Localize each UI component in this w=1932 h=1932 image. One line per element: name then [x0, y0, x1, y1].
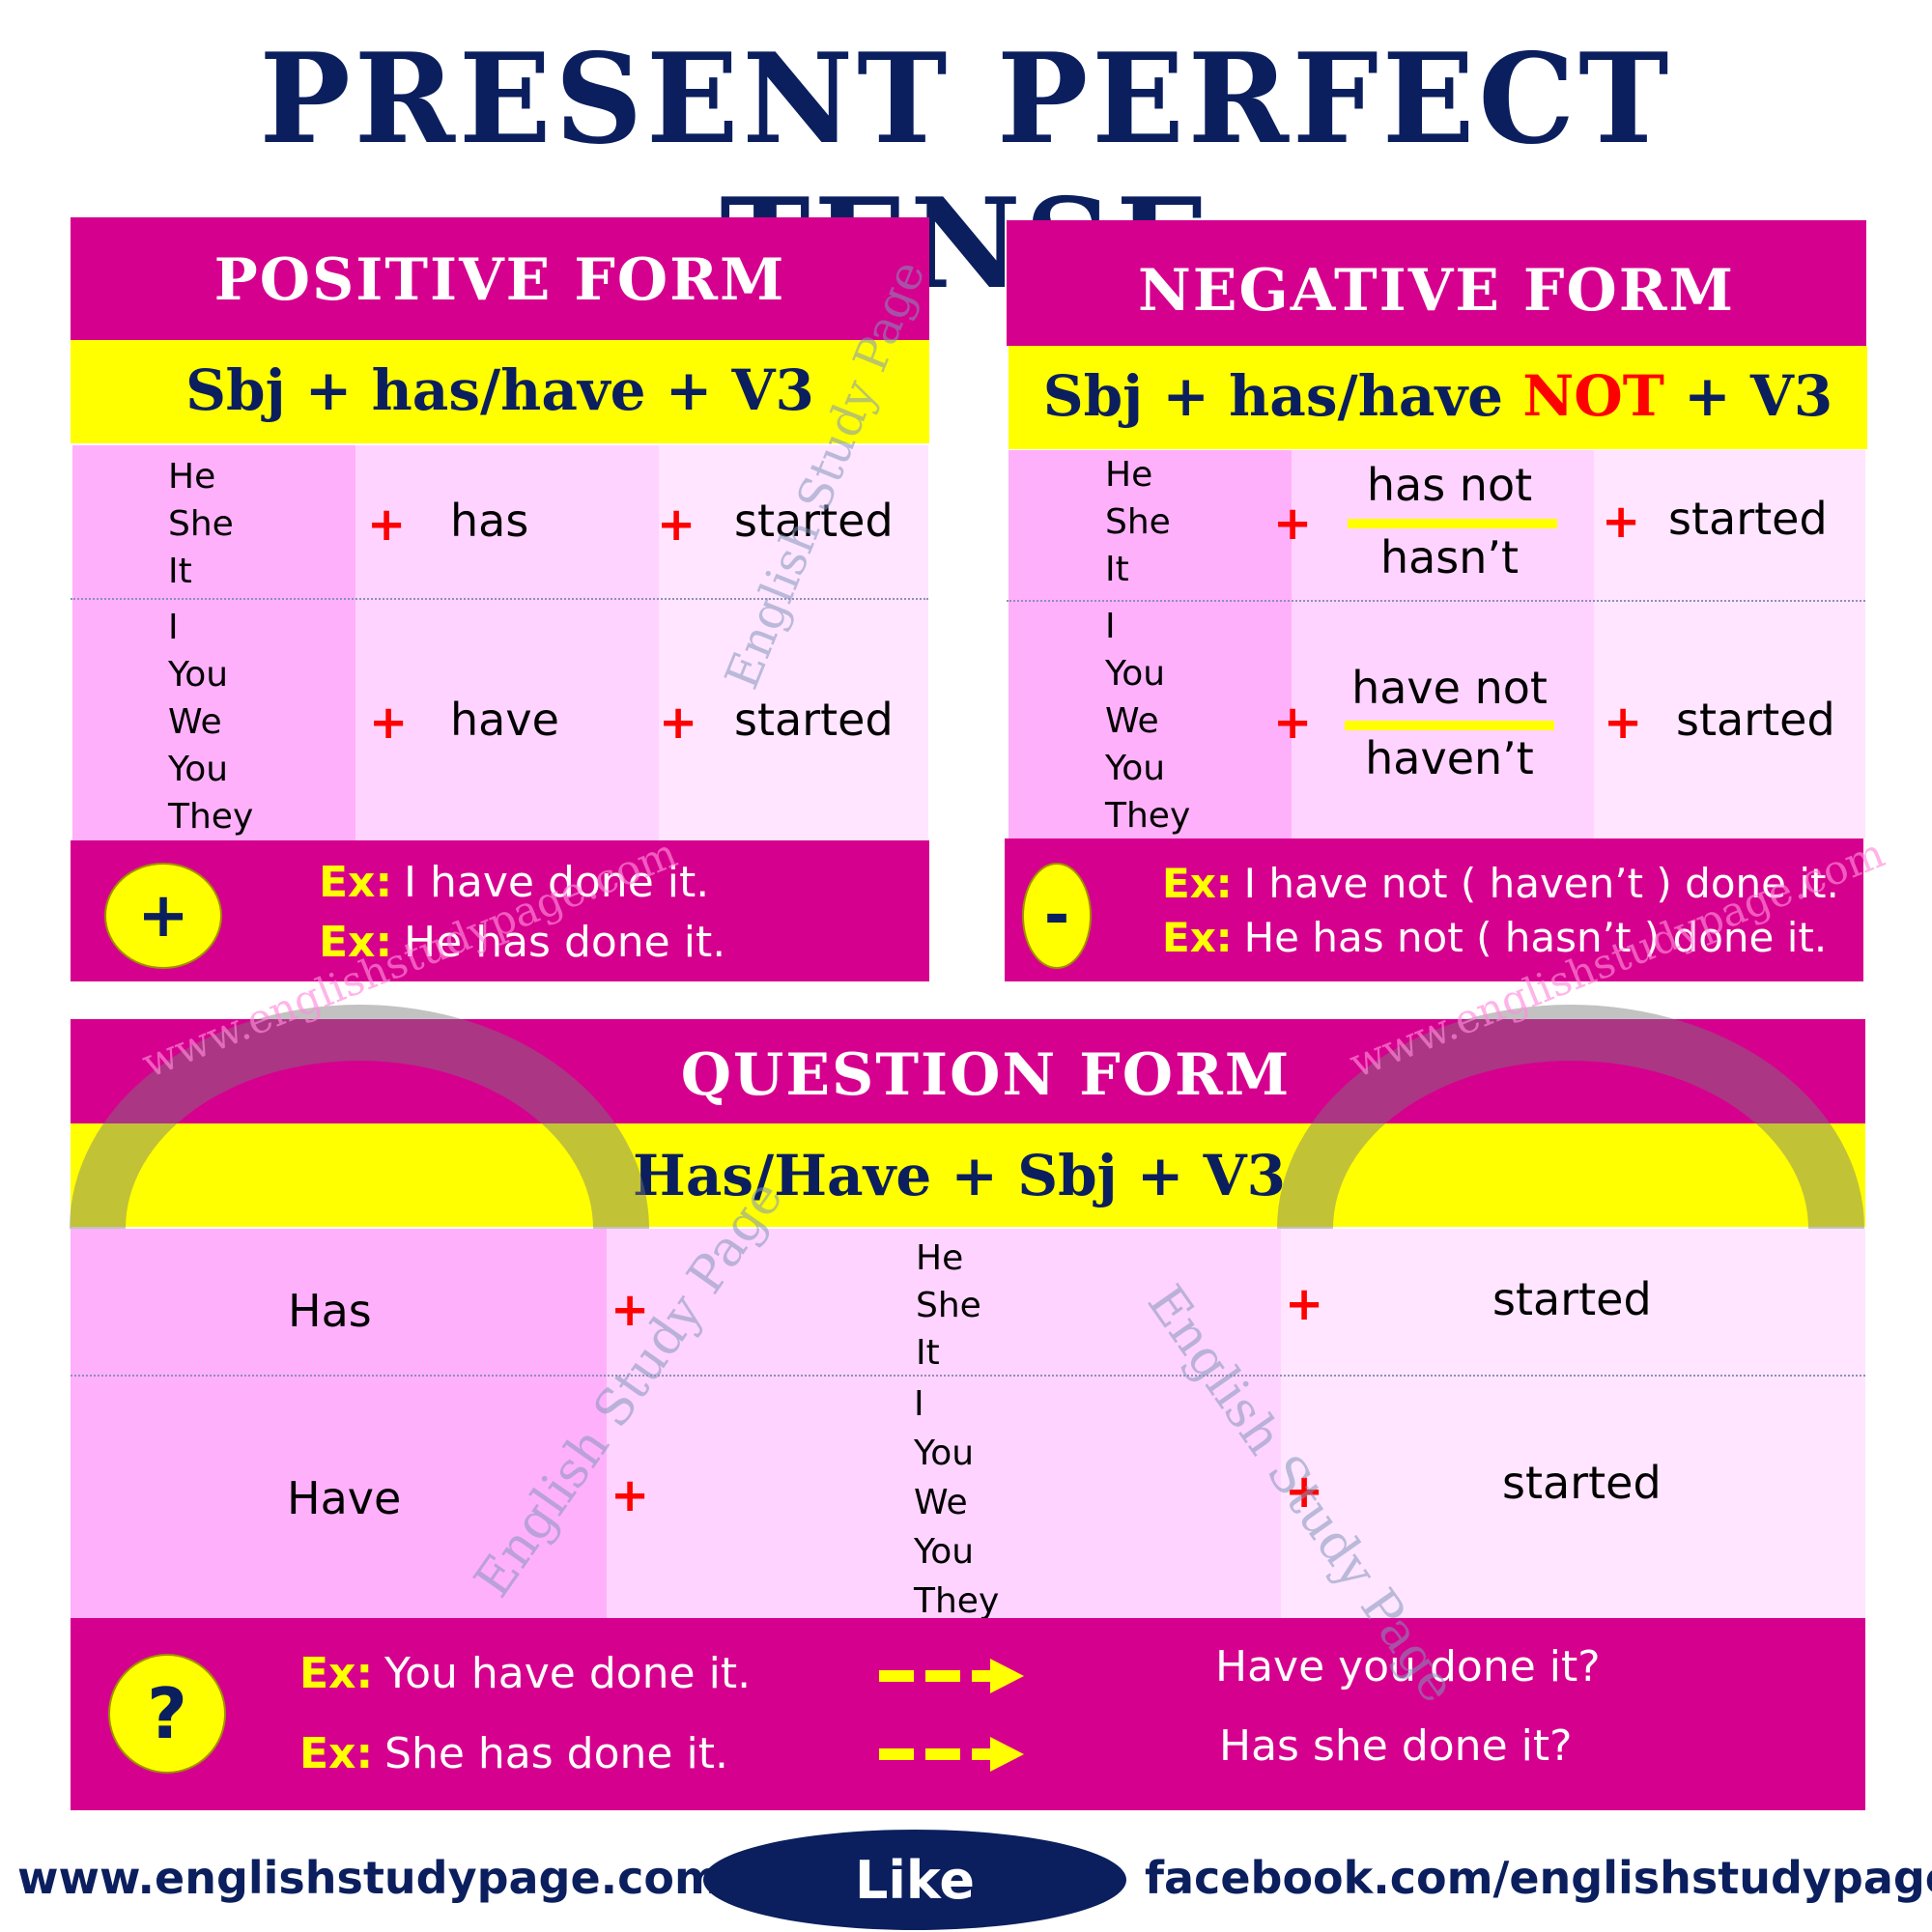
- formula-not: NOT: [1522, 363, 1664, 429]
- question-example-2: Ex: She has done it.: [299, 1729, 728, 1778]
- aux-full: has not: [1366, 459, 1533, 511]
- negative-row-divider: [1007, 600, 1865, 602]
- subject: It: [916, 1333, 940, 1373]
- formula-part: + V3: [1663, 363, 1833, 429]
- example-label: Ex:: [319, 858, 393, 907]
- main-verb: started: [734, 694, 894, 746]
- subject: It: [1105, 550, 1129, 589]
- subject: You: [1105, 749, 1166, 788]
- subject: They: [168, 797, 254, 837]
- formula-part: Sbj + has/have: [1042, 363, 1523, 429]
- footer-facebook-link[interactable]: facebook.com/englishstudypage: [1145, 1852, 1932, 1904]
- aux-verb: Has: [288, 1285, 372, 1337]
- plus-sign: +: [367, 497, 407, 552]
- plus-sign: +: [1285, 1277, 1324, 1331]
- footer-website-link[interactable]: www.englishstudypage.com: [17, 1852, 721, 1904]
- aux-short: hasn’t: [1379, 531, 1520, 583]
- arrow-right-icon: [879, 1737, 1024, 1772]
- question-row1-subjects: He She It: [916, 1235, 981, 1377]
- subject: They: [1105, 796, 1191, 836]
- plus-sign: +: [657, 497, 696, 552]
- subject: We: [1105, 701, 1159, 741]
- subject: It: [168, 552, 192, 591]
- aux-verb: Have: [287, 1472, 402, 1524]
- question-result-2: Has she done it?: [1219, 1721, 1573, 1771]
- yellow-separator: [1345, 721, 1554, 730]
- example-text: She has done it.: [384, 1729, 728, 1778]
- subject: I: [168, 608, 179, 647]
- main-verb: started: [1502, 1457, 1662, 1509]
- subject: I: [1105, 607, 1116, 646]
- main-verb: started: [1492, 1273, 1652, 1325]
- subject: She: [916, 1286, 981, 1325]
- negative-row1-subjects: He She It: [1105, 451, 1171, 593]
- subject: We: [168, 702, 222, 742]
- subject: She: [1105, 502, 1171, 542]
- question-example-1: Ex: You have done it.: [299, 1649, 751, 1698]
- plus-sign: +: [659, 696, 698, 750]
- yellow-separator: [1348, 519, 1557, 528]
- negative-row2-subjects: I You We You They: [1105, 603, 1190, 839]
- subject: You: [168, 750, 229, 789]
- plus-sign: +: [369, 696, 409, 750]
- aux-full: have not: [1351, 662, 1548, 714]
- example-text: You have done it.: [384, 1649, 752, 1698]
- subject: She: [168, 504, 234, 544]
- example-label: Ex:: [1162, 860, 1233, 907]
- plus-sign: +: [1604, 696, 1643, 750]
- positive-formula: Sbj + has/have + V3: [185, 357, 814, 423]
- subject: He: [1105, 455, 1153, 495]
- plus-sign: +: [1602, 495, 1641, 549]
- subject: He: [916, 1238, 964, 1278]
- plus-badge-icon: +: [104, 863, 222, 969]
- positive-row2-subjects: I You We You They: [168, 604, 253, 840]
- main-verb: started: [1676, 694, 1835, 746]
- aux-verb: have: [450, 694, 559, 746]
- positive-header: POSITIVE FORM: [213, 246, 786, 314]
- example-label: Ex:: [1162, 914, 1233, 961]
- like-button[interactable]: Like: [703, 1830, 1126, 1930]
- subject: He: [168, 457, 216, 497]
- arrow-right-icon: [879, 1659, 1024, 1693]
- subject: I: [914, 1384, 924, 1424]
- example-label: Ex:: [299, 1729, 374, 1778]
- plus-sign: +: [611, 1468, 650, 1522]
- negative-header: NEGATIVE FORM: [1137, 257, 1736, 325]
- question-row2-subjects: I You We You They: [914, 1379, 999, 1626]
- main-verb: started: [1668, 493, 1828, 545]
- aux-verb: has: [450, 495, 529, 547]
- subject: You: [1105, 654, 1166, 694]
- subject: We: [914, 1483, 968, 1522]
- minus-badge-icon: -: [1022, 863, 1092, 969]
- subject: You: [914, 1532, 975, 1572]
- subject: You: [914, 1434, 975, 1473]
- positive-row1-subjects: He She It: [168, 453, 234, 595]
- negative-formula: Sbj + has/have NOT + V3: [1009, 363, 1867, 429]
- aux-short: haven’t: [1365, 732, 1534, 784]
- example-label: Ex:: [299, 1649, 374, 1698]
- subject: You: [168, 655, 229, 695]
- question-badge-icon: ?: [108, 1654, 226, 1774]
